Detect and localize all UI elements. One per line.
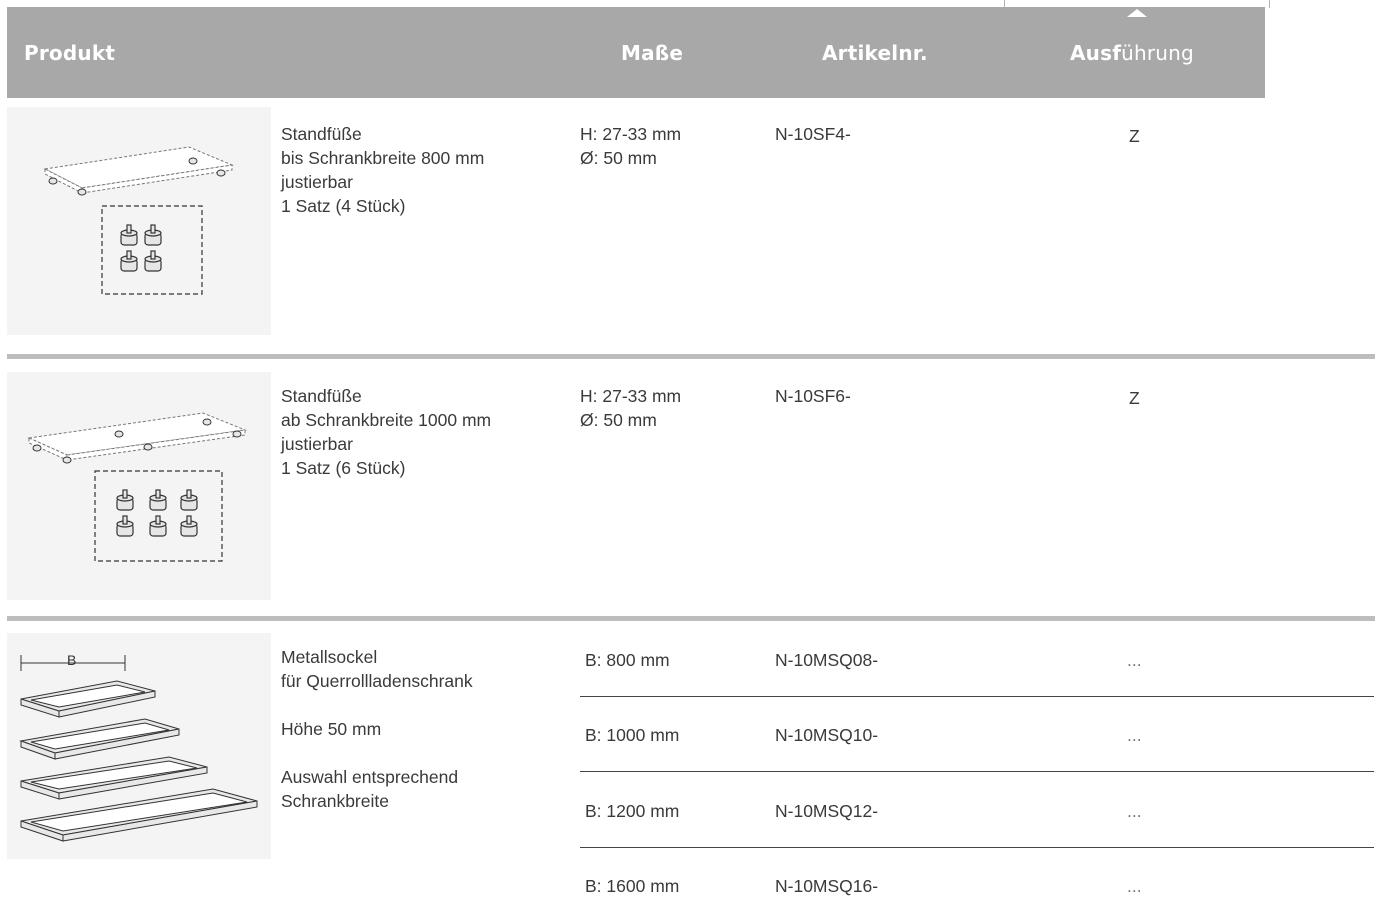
desc-line: Höhe 50 mm xyxy=(281,719,382,739)
row1-dimensions: H: 27-33 mm Ø: 50 mm xyxy=(580,122,681,170)
variant-article: N-10MSQ12- xyxy=(775,801,879,821)
row2-dimensions: H: 27-33 mm Ø: 50 mm xyxy=(580,384,681,432)
header-dimensions: Maße xyxy=(621,41,684,65)
width-label: B xyxy=(67,652,76,668)
product-image-feet-6 xyxy=(7,372,271,600)
variant-article: N-10MSQ16- xyxy=(775,876,879,896)
row1-finish: Z xyxy=(1129,126,1140,146)
metal-base-drawing: B xyxy=(19,652,258,842)
header-finish-bold: Ausf xyxy=(1070,41,1122,65)
variant-dim: B: 1600 mm xyxy=(585,876,680,896)
product-image-metal-base: B xyxy=(7,633,271,859)
row1-description: Standfüße bis Schrankbreite 800 mm justi… xyxy=(281,122,484,218)
desc-line: justierbar xyxy=(281,172,353,192)
product-image-feet-4 xyxy=(7,107,271,335)
variant-finish: ... xyxy=(1127,876,1142,896)
variant-finish: ... xyxy=(1127,801,1142,821)
variant-finish: ... xyxy=(1127,650,1142,670)
variant-dim: B: 800 mm xyxy=(585,650,670,670)
table-header: Produkt Maße Artikelnr. Ausführung xyxy=(7,7,1265,98)
desc-line: Standfüße xyxy=(281,386,362,406)
variant-finish: ... xyxy=(1127,725,1142,745)
desc-line: für Querrollladenschrank xyxy=(281,671,473,691)
dim-line: Ø: 50 mm xyxy=(580,410,657,430)
variant-divider xyxy=(580,696,1374,697)
row3-description: Metallsockel für Querrollladenschrank Hö… xyxy=(281,645,473,813)
desc-line: 1 Satz (6 Stück) xyxy=(281,458,406,478)
header-finish[interactable]: Ausführung xyxy=(1070,41,1194,65)
variant-article: N-10MSQ10- xyxy=(775,725,879,745)
row1-article: N-10SF4- xyxy=(775,124,851,144)
variant-divider xyxy=(580,771,1374,772)
sort-arrow-icon[interactable] xyxy=(1127,9,1147,17)
desc-line: Schrankbreite xyxy=(281,791,389,811)
row2-description: Standfüße ab Schrankbreite 1000 mm justi… xyxy=(281,384,491,480)
row-separator xyxy=(7,616,1375,621)
variant-article: N-10MSQ08- xyxy=(775,650,879,670)
desc-line: justierbar xyxy=(281,434,353,454)
dim-line: H: 27-33 mm xyxy=(580,124,682,144)
variant-divider xyxy=(580,847,1374,848)
dim-line: Ø: 50 mm xyxy=(580,148,657,168)
header-finish-rest: ührung xyxy=(1121,41,1194,65)
variant-dim: B: 1200 mm xyxy=(585,801,680,821)
desc-line: 1 Satz (4 Stück) xyxy=(281,196,406,216)
feet-6-drawing xyxy=(27,412,247,562)
header-article-no: Artikelnr. xyxy=(822,41,928,65)
dim-line: H: 27-33 mm xyxy=(580,386,682,406)
desc-line: Standfüße xyxy=(281,124,362,144)
variant-dim: B: 1000 mm xyxy=(585,725,680,745)
desc-line: bis Schrankbreite 800 mm xyxy=(281,148,485,168)
desc-line: ab Schrankbreite 1000 mm xyxy=(281,410,492,430)
desc-line: Auswahl entsprechend xyxy=(281,767,459,787)
feet-4-drawing xyxy=(43,146,234,295)
row2-finish: Z xyxy=(1129,388,1140,408)
row-separator xyxy=(7,354,1375,359)
row2-article: N-10SF6- xyxy=(775,386,851,406)
header-product: Produkt xyxy=(24,41,116,65)
desc-line: Metallsockel xyxy=(281,647,378,667)
